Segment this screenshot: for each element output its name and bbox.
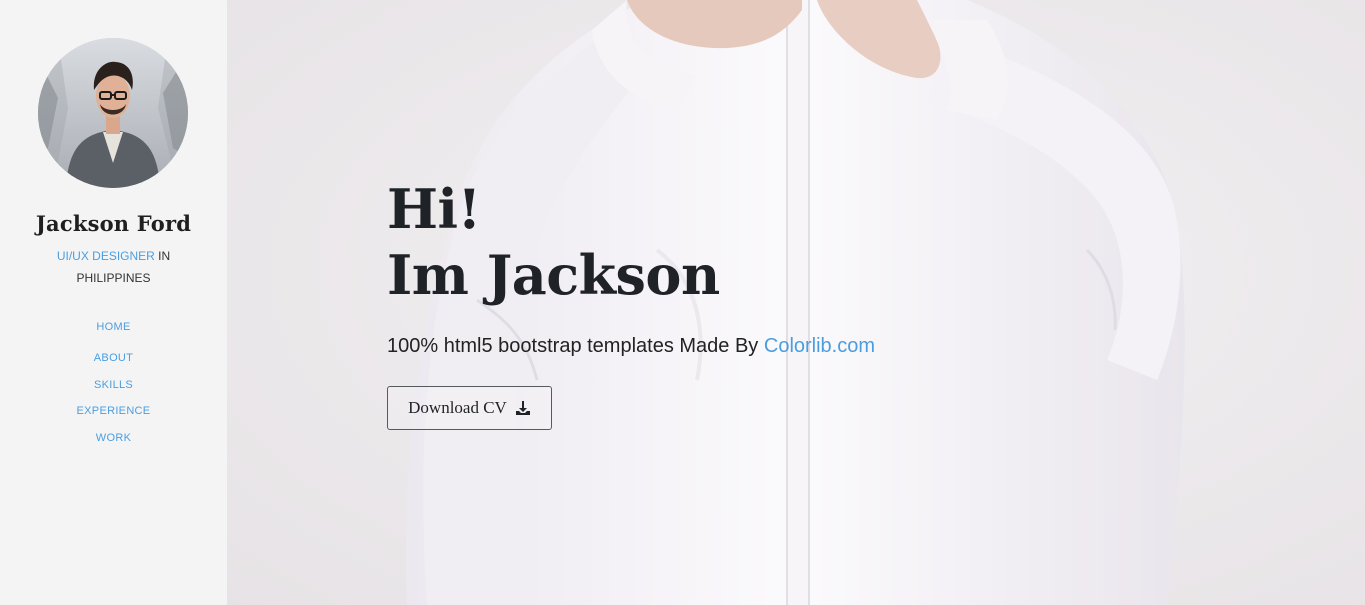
colorlib-link[interactable]: Colorlib.com bbox=[764, 335, 875, 357]
hero-content: Hi! Im Jackson 100% html5 bootstrap temp… bbox=[387, 176, 1087, 430]
download-icon bbox=[515, 400, 531, 416]
profile-name: Jackson Ford bbox=[35, 211, 192, 236]
avatar bbox=[38, 38, 188, 188]
download-cv-label: Download CV bbox=[408, 398, 507, 417]
role-title: UI/UX DESIGNER bbox=[56, 249, 155, 263]
nav-item-skills[interactable]: SKILLS bbox=[0, 378, 227, 392]
hero-section: Hi! Im Jackson 100% html5 bootstrap temp… bbox=[227, 0, 1365, 605]
page: Jackson Ford UI/UX DESIGNER IN PHILIPPIN… bbox=[0, 0, 1365, 605]
nav-item-work[interactable]: WORK bbox=[0, 431, 227, 445]
download-cv-button[interactable]: Download CV bbox=[387, 386, 552, 430]
sidebar: Jackson Ford UI/UX DESIGNER IN PHILIPPIN… bbox=[0, 0, 227, 605]
hero-subtitle-text: 100% html5 bootstrap templates Made By bbox=[387, 335, 764, 357]
avatar-photo bbox=[38, 38, 188, 188]
hero-headline: Hi! Im Jackson bbox=[387, 176, 1087, 308]
nav-item-experience[interactable]: EXPERIENCE bbox=[0, 404, 227, 418]
profile-role: UI/UX DESIGNER IN PHILIPPINES bbox=[40, 245, 187, 289]
nav-item-home[interactable]: HOME bbox=[0, 320, 227, 334]
nav-item-about[interactable]: ABOUT bbox=[0, 351, 227, 365]
hero-intro: Im Jackson bbox=[387, 243, 720, 307]
hero-greeting: Hi! bbox=[387, 177, 481, 241]
hero-subtitle: 100% html5 bootstrap templates Made By C… bbox=[387, 332, 1087, 360]
